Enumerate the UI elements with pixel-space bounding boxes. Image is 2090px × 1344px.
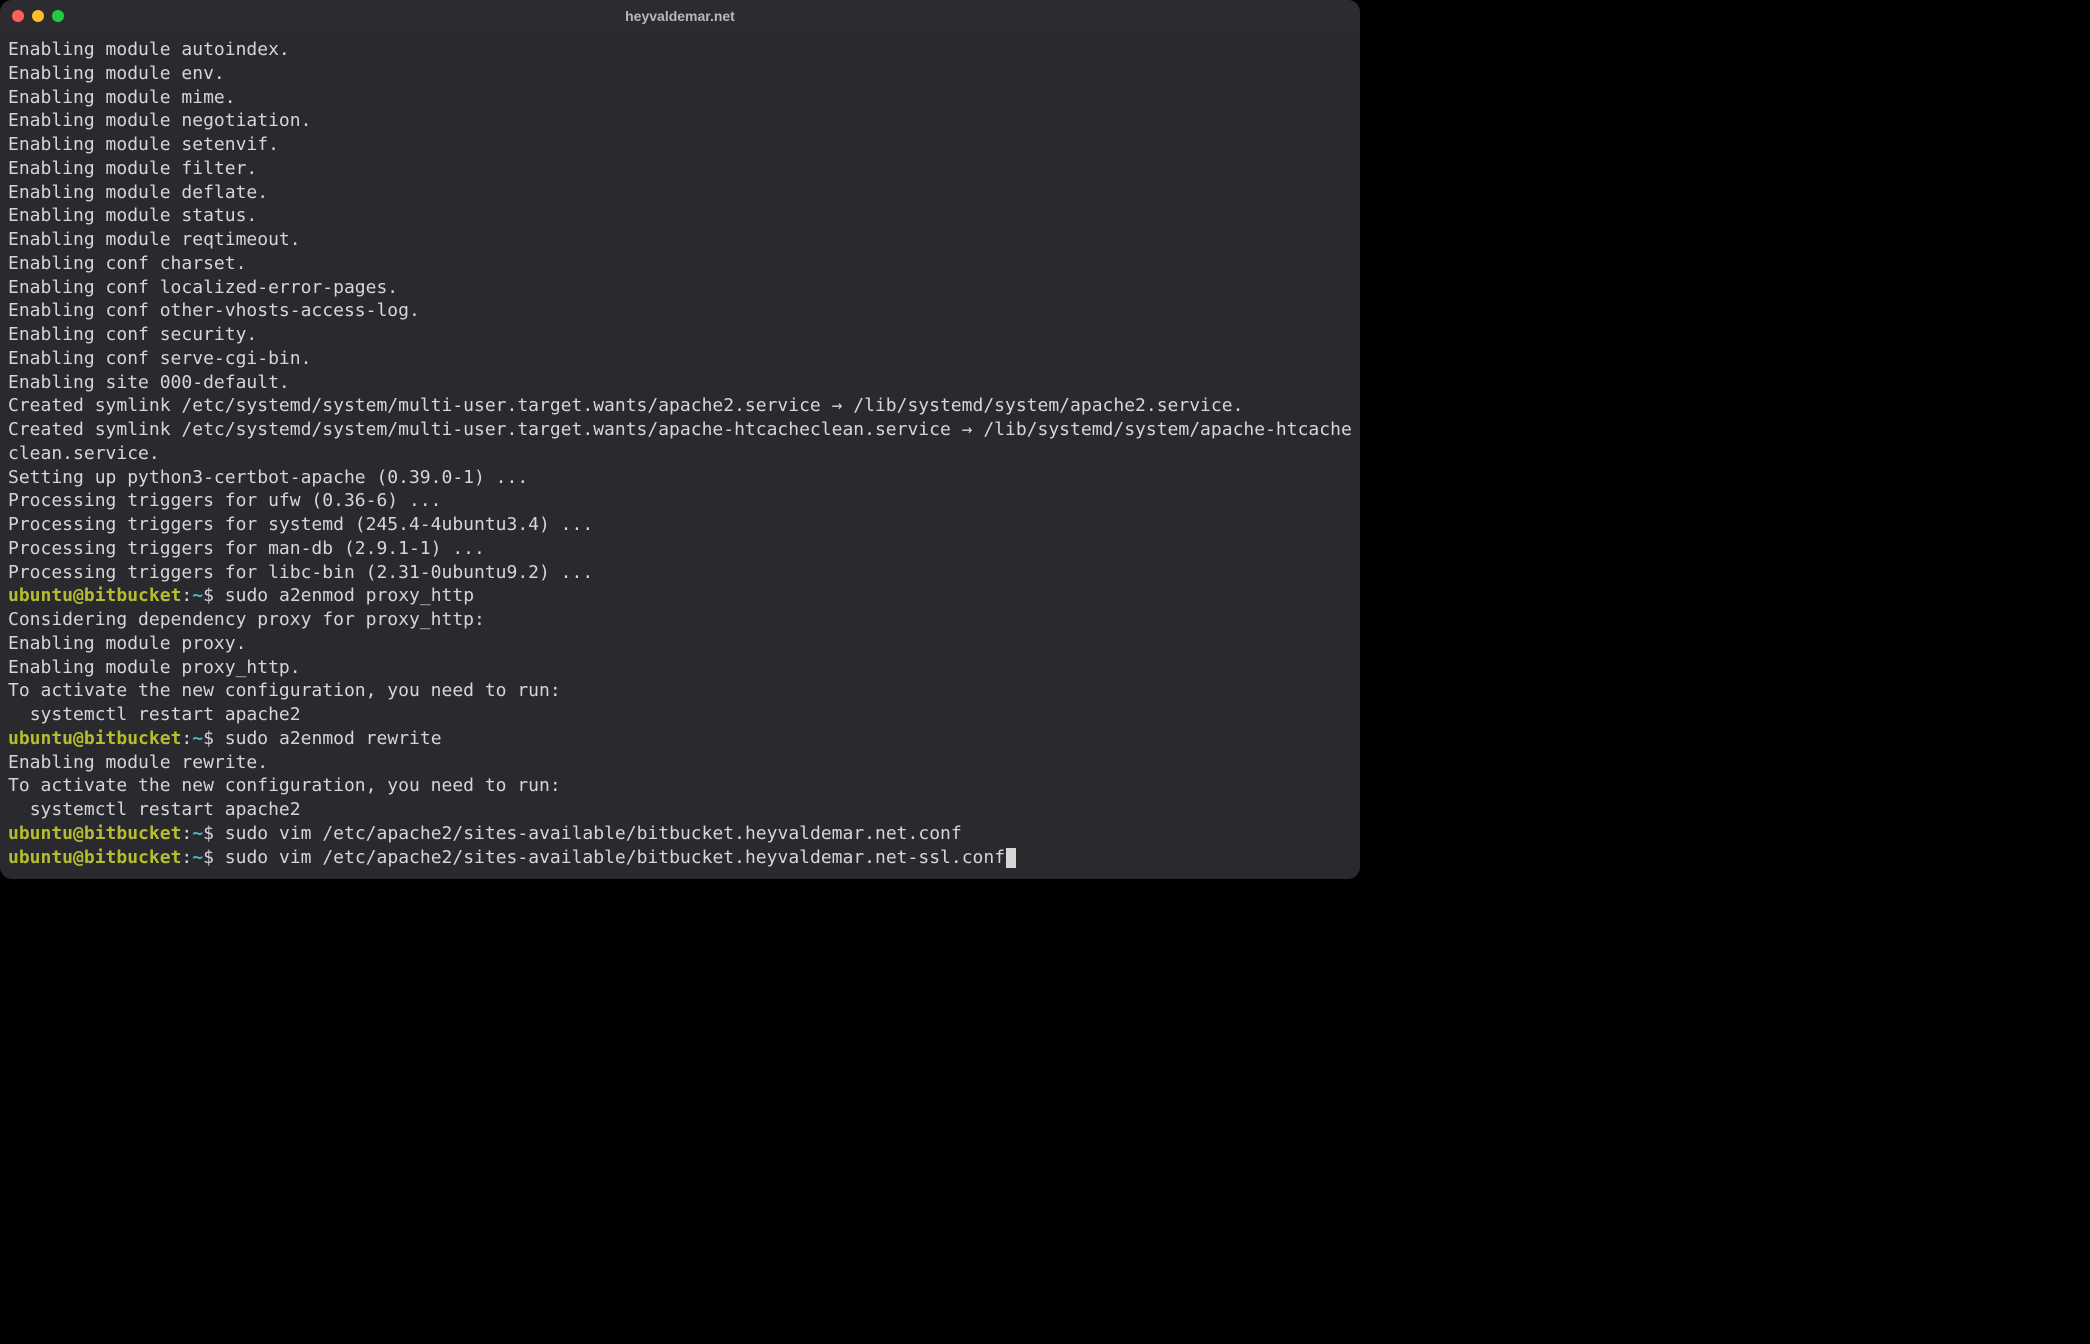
- output-line: Enabling module status.: [8, 204, 1352, 228]
- output-line: Processing triggers for ufw (0.36-6) ...: [8, 489, 1352, 513]
- window-title: heyvaldemar.net: [0, 8, 1360, 24]
- prompt-at: @: [73, 585, 84, 606]
- prompt-host: bitbucket: [84, 728, 182, 749]
- prompt-host: bitbucket: [84, 823, 182, 844]
- prompt-colon: :: [181, 823, 192, 844]
- output-line: To activate the new configuration, you n…: [8, 679, 1352, 703]
- output-line: Enabling module autoindex.: [8, 38, 1352, 62]
- prompt-user: ubuntu: [8, 847, 73, 868]
- prompt-line: ubuntu@bitbucket:~$ sudo a2enmod proxy_h…: [8, 584, 1352, 608]
- prompt-line: ubuntu@bitbucket:~$ sudo vim /etc/apache…: [8, 846, 1352, 870]
- output-line: To activate the new configuration, you n…: [8, 774, 1352, 798]
- prompt-path: ~: [192, 728, 203, 749]
- output-line: Enabling module reqtimeout.: [8, 228, 1352, 252]
- prompt-user: ubuntu: [8, 823, 73, 844]
- output-line: Enabling module deflate.: [8, 181, 1352, 205]
- command-text: sudo vim /etc/apache2/sites-available/bi…: [225, 823, 962, 844]
- terminal-window: heyvaldemar.net Enabling module autoinde…: [0, 0, 1360, 879]
- terminal-body[interactable]: Enabling module autoindex.Enabling modul…: [0, 32, 1360, 879]
- prompt-path: ~: [192, 847, 203, 868]
- output-line: Enabling site 000-default.: [8, 371, 1352, 395]
- prompt-at: @: [73, 847, 84, 868]
- output-line: Processing triggers for libc-bin (2.31-0…: [8, 561, 1352, 585]
- cursor-icon: [1006, 848, 1016, 868]
- prompt-colon: :: [181, 585, 192, 606]
- zoom-icon[interactable]: [52, 10, 64, 22]
- prompt-at: @: [73, 823, 84, 844]
- prompt-path: ~: [192, 585, 203, 606]
- traffic-lights: [12, 10, 64, 22]
- output-line: Enabling module negotiation.: [8, 109, 1352, 133]
- output-line: Enabling module proxy_http.: [8, 656, 1352, 680]
- minimize-icon[interactable]: [32, 10, 44, 22]
- output-line: Enabling conf localized-error-pages.: [8, 276, 1352, 300]
- prompt-user: ubuntu: [8, 728, 73, 749]
- output-line: Enabling module mime.: [8, 86, 1352, 110]
- output-line: Enabling module setenvif.: [8, 133, 1352, 157]
- command-text: sudo a2enmod proxy_http: [225, 585, 474, 606]
- prompt-dollar: $: [203, 823, 214, 844]
- prompt-at: @: [73, 728, 84, 749]
- prompt-host: bitbucket: [84, 847, 182, 868]
- output-line: systemctl restart apache2: [8, 703, 1352, 727]
- output-line: Enabling module filter.: [8, 157, 1352, 181]
- command-text: sudo a2enmod rewrite: [225, 728, 442, 749]
- output-line: Enabling conf other-vhosts-access-log.: [8, 299, 1352, 323]
- prompt-colon: :: [181, 847, 192, 868]
- prompt-dollar: $: [203, 847, 214, 868]
- output-line: Enabling module proxy.: [8, 632, 1352, 656]
- output-line: Processing triggers for systemd (245.4-4…: [8, 513, 1352, 537]
- prompt-user: ubuntu: [8, 585, 73, 606]
- output-line: Enabling conf charset.: [8, 252, 1352, 276]
- output-line: Considering dependency proxy for proxy_h…: [8, 608, 1352, 632]
- output-line: Processing triggers for man-db (2.9.1-1)…: [8, 537, 1352, 561]
- output-line: Created symlink /etc/systemd/system/mult…: [8, 394, 1352, 418]
- output-line: systemctl restart apache2: [8, 798, 1352, 822]
- close-icon[interactable]: [12, 10, 24, 22]
- prompt-dollar: $: [203, 585, 214, 606]
- output-line: Created symlink /etc/systemd/system/mult…: [8, 418, 1352, 466]
- output-line: Enabling conf serve-cgi-bin.: [8, 347, 1352, 371]
- prompt-path: ~: [192, 823, 203, 844]
- prompt-dollar: $: [203, 728, 214, 749]
- titlebar: heyvaldemar.net: [0, 0, 1360, 32]
- output-line: Enabling module env.: [8, 62, 1352, 86]
- command-text: sudo vim /etc/apache2/sites-available/bi…: [225, 847, 1005, 868]
- prompt-colon: :: [181, 728, 192, 749]
- output-line: Setting up python3-certbot-apache (0.39.…: [8, 466, 1352, 490]
- prompt-line: ubuntu@bitbucket:~$ sudo a2enmod rewrite: [8, 727, 1352, 751]
- output-line: Enabling conf security.: [8, 323, 1352, 347]
- output-line: Enabling module rewrite.: [8, 751, 1352, 775]
- prompt-line: ubuntu@bitbucket:~$ sudo vim /etc/apache…: [8, 822, 1352, 846]
- prompt-host: bitbucket: [84, 585, 182, 606]
